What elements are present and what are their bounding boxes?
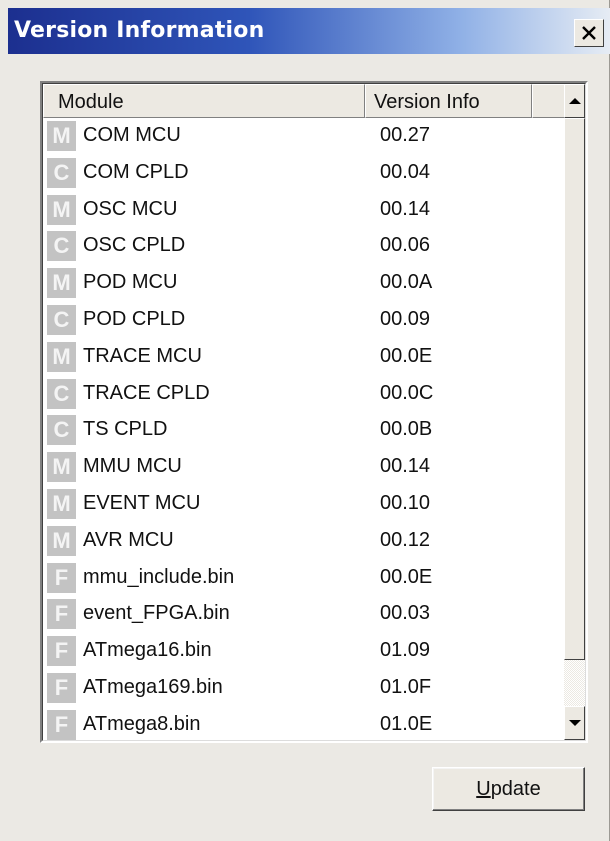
module-name: TRACE CPLD xyxy=(83,381,210,404)
list-item[interactable]: M POD MCU 00.0A xyxy=(43,265,568,302)
list-item[interactable]: M COM MCU 00.27 xyxy=(43,118,568,155)
version-value: 00.10 xyxy=(380,491,431,514)
version-value: 00.0E xyxy=(380,565,433,588)
list-item[interactable]: M AVR MCU 00.12 xyxy=(43,523,568,560)
module-name: TRACE MCU xyxy=(83,344,202,367)
module-name: EVENT MCU xyxy=(83,491,201,514)
module-type-badge: M xyxy=(47,452,76,483)
module-name: ATmega16.bin xyxy=(83,639,212,662)
column-header-filler xyxy=(532,84,568,118)
list-item[interactable]: C OSC CPLD 00.06 xyxy=(43,228,568,265)
version-value: 00.27 xyxy=(380,124,431,146)
column-header-module[interactable]: Module xyxy=(43,84,365,118)
close-icon xyxy=(582,26,596,40)
module-name: ATmega8.bin xyxy=(83,712,201,735)
module-name: OSC CPLD xyxy=(83,234,186,257)
module-type-badge: M xyxy=(47,488,76,519)
version-value: 00.09 xyxy=(380,307,431,330)
scroll-up-button[interactable] xyxy=(564,84,585,118)
module-type-badge: C xyxy=(47,304,76,335)
module-type-badge: C xyxy=(47,231,76,262)
version-value: 00.06 xyxy=(380,234,431,257)
vertical-scrollbar[interactable] xyxy=(564,84,585,740)
scroll-down-button[interactable] xyxy=(564,706,585,740)
list-item[interactable]: C POD CPLD 00.09 xyxy=(43,302,568,339)
module-type-badge: F xyxy=(47,709,76,740)
version-value: 01.0E xyxy=(380,712,433,735)
version-value: 00.04 xyxy=(380,160,431,183)
version-list[interactable]: Module Version Info M COM MCU 00.27 C COM CP… xyxy=(40,81,588,743)
version-information-dialog: Version Information Module Version Info … xyxy=(0,0,610,841)
module-type-badge: M xyxy=(47,121,76,151)
version-value: 00.0E xyxy=(380,344,433,367)
module-name: COM MCU xyxy=(83,124,181,146)
list-item[interactable]: M OSC MCU 00.14 xyxy=(43,192,568,229)
version-value: 01.09 xyxy=(380,639,431,662)
module-type-badge: C xyxy=(47,157,76,188)
list-item[interactable]: F ATmega8.bin 01.0E xyxy=(43,707,568,740)
module-type-badge: M xyxy=(47,268,76,299)
module-type-badge: F xyxy=(47,599,76,630)
list-item[interactable]: M MMU MCU 00.14 xyxy=(43,449,568,486)
module-type-badge: M xyxy=(47,341,76,372)
module-type-badge: C xyxy=(47,378,76,409)
arrow-up-icon xyxy=(568,98,581,104)
list-item[interactable]: M TRACE MCU 00.0E xyxy=(43,339,568,376)
module-name: POD CPLD xyxy=(83,307,186,330)
version-value: 00.03 xyxy=(380,602,431,625)
arrow-down-icon xyxy=(568,720,581,726)
update-button-label: pdate xyxy=(490,777,541,800)
module-name: AVR MCU xyxy=(83,528,174,551)
module-name: TS CPLD xyxy=(83,418,168,441)
list-item[interactable]: F ATmega16.bin 01.09 xyxy=(43,633,568,670)
module-name: event_FPGA.bin xyxy=(83,602,230,625)
window-title: Version Information xyxy=(14,18,265,43)
version-value: 01.0F xyxy=(380,675,432,698)
module-type-badge: F xyxy=(47,672,76,703)
module-name: POD MCU xyxy=(83,271,178,294)
version-value: 00.0A xyxy=(380,271,433,294)
list-item[interactable]: Fmmu_include.bin 00.0E xyxy=(43,560,568,597)
version-value: 00.14 xyxy=(380,197,431,220)
module-type-badge: M xyxy=(47,194,76,225)
update-button-accelerator: U xyxy=(476,777,491,800)
version-value: 00.0B xyxy=(380,418,433,441)
update-button[interactable]: Update xyxy=(432,767,585,811)
list-rows: M COM MCU 00.27 C COM CPLD 00.04 M OSC MCU 00.14… xyxy=(43,118,568,740)
column-header-version-info[interactable]: Version Info xyxy=(365,84,532,118)
list-header: Module Version Info xyxy=(43,84,568,118)
list-item[interactable]: F ATmega169.bin 01.0F xyxy=(43,670,568,707)
list-item[interactable]: C TRACE CPLD 00.0C xyxy=(43,376,568,413)
version-value: 00.0C xyxy=(380,381,434,404)
module-name: MMU MCU xyxy=(83,455,182,478)
module-type-badge: F xyxy=(47,562,76,593)
module-type-badge: M xyxy=(47,525,76,556)
module-name: COM CPLD xyxy=(83,160,189,183)
scrollbar-thumb[interactable] xyxy=(564,118,585,660)
module-name: ATmega169.bin xyxy=(83,675,223,698)
close-button[interactable] xyxy=(574,19,604,47)
version-value: 00.14 xyxy=(380,455,431,478)
title-bar[interactable]: Version Information xyxy=(8,8,610,54)
module-name: mmu_include.bin xyxy=(83,565,235,588)
module-name: OSC MCU xyxy=(83,197,178,220)
list-item[interactable]: M EVENT MCU 00.10 xyxy=(43,486,568,523)
list-item[interactable]: Fevent_FPGA.bin 00.03 xyxy=(43,596,568,633)
list-item[interactable]: C TS CPLD 00.0B xyxy=(43,412,568,449)
module-type-badge: C xyxy=(47,415,76,446)
list-item[interactable]: C COM CPLD 00.04 xyxy=(43,155,568,192)
version-value: 00.12 xyxy=(380,528,431,551)
module-type-badge: F xyxy=(47,636,76,667)
